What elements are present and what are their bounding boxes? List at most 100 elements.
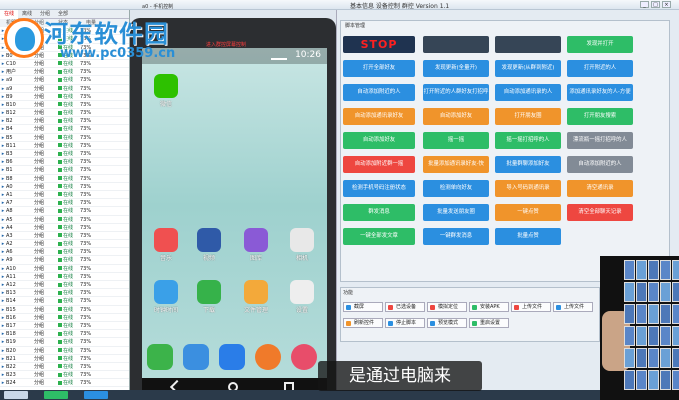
phone-screen[interactable]: 10:26 微信 音乐 视频 图库 相机 时钟时间 下载 文件管理 设置 (142, 48, 327, 398)
function-button[interactable]: 预览模式 (427, 318, 467, 328)
app-video[interactable]: 视频 (189, 228, 229, 262)
script-button[interactable]: 自动添加好友 (423, 108, 489, 125)
script-btn-dark-2[interactable] (495, 36, 561, 53)
device-row[interactable]: ▸ B9 分组 在线 73% (0, 93, 129, 101)
device-row[interactable]: ▸ B2 分组 在线 73% (0, 117, 129, 126)
script-button[interactable]: 发现更新(全量开) (423, 60, 489, 77)
maximize-button[interactable]: □ (651, 1, 660, 8)
taskbar-app-1[interactable] (4, 391, 28, 399)
app-music[interactable]: 音乐 (146, 228, 186, 262)
device-row[interactable]: ▸ B10 分组 在线 73% (0, 101, 129, 110)
app-wechat[interactable]: 微信 (146, 74, 186, 108)
device-row[interactable]: ▸ B5 分组 在线 73% (0, 134, 129, 142)
function-button[interactable]: 已选设备 (385, 302, 425, 312)
device-row[interactable]: ▸ B4 分组 在线 73% (0, 125, 129, 134)
contacts-icon[interactable] (183, 344, 209, 370)
script-button[interactable]: 自动添加好友 (343, 132, 415, 149)
device-row[interactable]: ▸ B14 分组 在线 73% (0, 297, 129, 306)
taskbar-app-2[interactable] (44, 391, 68, 399)
device-row[interactable]: ▸ A12 分组 在线 73% (0, 281, 129, 290)
device-row[interactable]: ▸ B15 分组 在线 73% (0, 306, 129, 314)
script-button[interactable]: 检测单向好友 (423, 180, 489, 197)
app-camera[interactable]: 相机 (282, 228, 322, 262)
device-row[interactable]: ▸ A3 分组 在线 73% (0, 232, 129, 241)
script-button[interactable]: 批量群聊添加好友 (495, 156, 561, 173)
device-row[interactable]: ▸ 用户 分组 在线 73% (0, 68, 129, 77)
device-row[interactable]: ▸ B3 分组 在线 73% (0, 150, 129, 159)
apps-grid-icon[interactable] (219, 344, 245, 370)
function-button[interactable]: 重启设置 (469, 318, 509, 328)
device-row[interactable]: ▸ A1 分组 在线 73% (0, 191, 129, 200)
device-row[interactable]: ▸ A7 分组 在线 73% (0, 199, 129, 208)
device-row[interactable]: ▸ B21 分组 在线 73% (0, 355, 129, 363)
script-button[interactable]: 群发消息 (343, 204, 415, 221)
function-button[interactable]: 停止脚本 (385, 318, 425, 328)
function-button[interactable]: 模拟定位 (427, 302, 467, 312)
script-btn-dark-1[interactable] (423, 36, 489, 53)
device-row[interactable]: ▸ B11 分组 在线 73% (0, 142, 129, 150)
device-row[interactable]: ▸ A4 分组 在线 73% (0, 224, 129, 232)
app-clock[interactable]: 时钟时间 (146, 280, 186, 314)
device-row[interactable]: ▸ A10 分组 在线 73% (0, 265, 129, 273)
script-button[interactable]: 漂流瓶一摇打招呼的人 (567, 132, 633, 149)
stop-button[interactable]: STOP (343, 36, 415, 53)
device-row[interactable]: ▸ B13 分组 在线 73% (0, 289, 129, 298)
taskbar-app-3[interactable] (84, 391, 108, 399)
script-button[interactable]: 摇一摇 (423, 132, 489, 149)
function-button[interactable]: 上传文件 (511, 302, 551, 312)
minimize-button[interactable]: _ (640, 1, 649, 8)
device-row[interactable]: ▸a9分组在线73% (0, 76, 129, 85)
device-row[interactable]: ▸ B18 分组 在线 73% (0, 330, 129, 339)
app-folder[interactable]: 文件管理 (236, 280, 276, 314)
device-row[interactable]: ▸ B23 分组 在线 73% (0, 371, 129, 380)
script-button[interactable]: 摇一摇打招呼的人 (495, 132, 561, 149)
device-row[interactable]: ▸ B8 分组 在线 73% (0, 175, 129, 183)
function-button[interactable]: 安装APK (469, 302, 509, 312)
script-button[interactable]: 检测手机号码注册状态 (343, 180, 415, 197)
device-row[interactable]: ▸a9分组在线73% (0, 85, 129, 93)
script-button[interactable]: 发现更新(从群到附近) (495, 60, 561, 77)
device-row[interactable]: ▸ A8 分组 在线 73% (0, 207, 129, 216)
device-row[interactable]: ▸ B24 分组 在线 73% (0, 379, 129, 388)
script-button[interactable]: 自动添加通讯录好友 (343, 108, 415, 125)
app-settings[interactable]: 设置 (282, 280, 322, 314)
device-row[interactable]: ▸ B17 分组 在线 73% (0, 322, 129, 331)
device-row[interactable]: ▸ A5 分组 在线 73% (0, 216, 129, 224)
script-button[interactable]: 自动添加附近的人 (567, 156, 633, 173)
device-row[interactable]: ▸ B1 分组 在线 73% (0, 166, 129, 175)
script-button[interactable]: 添加通讯录好友的人-方便 (567, 84, 633, 101)
device-row[interactable]: ▸ A9 分组 在线 73% (0, 256, 129, 265)
script-button[interactable]: 发现并打开 (567, 36, 633, 53)
function-button[interactable]: 刷新控件 (343, 318, 383, 328)
script-button[interactable]: 导入号码到通讯录 (495, 180, 561, 197)
script-button[interactable]: 打开朋友搜索 (567, 108, 633, 125)
script-button[interactable]: 批量点赞 (495, 228, 561, 245)
function-button[interactable]: 截屏 (343, 302, 383, 312)
device-row[interactable]: ▸ B16 分组 在线 73% (0, 314, 129, 322)
browser-icon[interactable] (291, 344, 317, 370)
messages-icon[interactable] (255, 344, 281, 370)
device-row[interactable]: ▸ A2 分组 在线 73% (0, 240, 129, 249)
device-row[interactable]: ▸ B20 分组 在线 73% (0, 347, 129, 355)
script-button[interactable]: 打开附近的人群好友打招呼 (423, 84, 489, 101)
app-gallery[interactable]: 图库 (236, 228, 276, 262)
script-button[interactable]: 清空通讯录 (567, 180, 633, 197)
script-button[interactable]: 打开朋友圈 (495, 108, 561, 125)
script-button[interactable]: 自动添加通讯录的人 (495, 84, 561, 101)
script-button[interactable]: 自动添加附近的人 (343, 84, 415, 101)
close-button[interactable]: × (662, 1, 671, 8)
script-button[interactable]: 批量发送朋友圈 (423, 204, 489, 221)
device-row[interactable]: ▸ B22 分组 在线 73% (0, 363, 129, 372)
script-button[interactable]: 一键点赞 (495, 204, 561, 221)
device-row[interactable]: ▸ B6 分组 在线 73% (0, 158, 129, 167)
script-button[interactable]: 打开全部好友 (343, 60, 415, 77)
script-button[interactable]: 一键群发消息 (423, 228, 489, 245)
script-button[interactable]: 一键全部发文章 (343, 228, 415, 245)
device-row[interactable]: ▸ A0 分组 在线 73% (0, 183, 129, 191)
phone-icon[interactable] (147, 344, 173, 370)
app-download[interactable]: 下载 (189, 280, 229, 314)
device-row[interactable]: ▸ A6 分组 在线 73% (0, 248, 129, 257)
device-row[interactable]: ▸ B19 分组 在线 73% (0, 338, 129, 347)
device-row[interactable]: ▸ A11 分组 在线 73% (0, 273, 129, 281)
script-button[interactable]: 批量添加通讯录好友-快 (423, 156, 489, 173)
